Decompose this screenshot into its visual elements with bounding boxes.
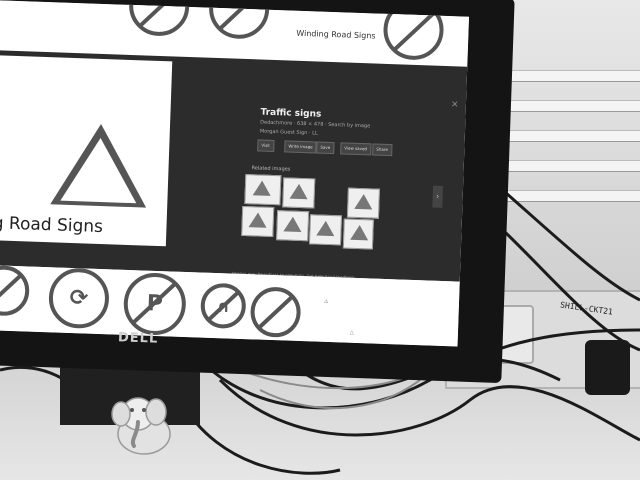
related-thumbnail[interactable]	[308, 214, 342, 246]
prohibition-sign-icon	[128, 0, 191, 37]
no-u-turn-sign-icon: ∩	[199, 282, 247, 330]
photo-scene: SHILL-CKT21 Winding Road Signs ✕ ding Ro…	[0, 0, 640, 480]
related-thumbnail[interactable]	[282, 177, 316, 209]
related-thumbnail[interactable]	[244, 174, 282, 206]
no-parking-sign-icon: P	[122, 271, 187, 337]
roundabout-sign-icon: ⟳	[47, 267, 110, 330]
related-thumbnail[interactable]	[241, 205, 275, 238]
related-thumbnail[interactable]	[276, 210, 310, 242]
preview-caption: ding Road Signs	[0, 212, 104, 238]
winding-road-sign-inner	[60, 136, 139, 204]
save-button[interactable]: Save	[316, 141, 335, 155]
monitor-screen: Winding Road Signs ✕ ding Road Signs Tra…	[0, 0, 470, 347]
view-saved-button[interactable]: View saved	[340, 142, 372, 156]
visit-button[interactable]: Visit	[257, 139, 275, 153]
warning-triangle-icon: △	[349, 329, 354, 336]
monitor-brand-logo: DELL	[117, 330, 159, 347]
turn-left-sign-icon	[382, 0, 445, 61]
crossroad-sign-icon: ⚠	[323, 298, 329, 306]
chevron-right-icon[interactable]: ›	[432, 185, 444, 208]
panel-title[interactable]: Traffic signs	[260, 108, 321, 120]
share-button[interactable]: Share	[372, 143, 393, 157]
no-overtaking-sign-icon	[0, 264, 31, 317]
image-preview[interactable]: ding Road Signs	[0, 54, 173, 247]
prohibition-sign-icon	[208, 0, 271, 40]
no-horn-sign-icon	[249, 286, 302, 339]
top-caption: Winding Road Signs	[296, 28, 376, 41]
close-icon[interactable]: ✕	[451, 100, 459, 110]
monitor-bezel: Winding Road Signs ✕ ding Road Signs Tra…	[0, 0, 515, 384]
cable	[218, 378, 640, 442]
related-thumbnail[interactable]	[346, 187, 380, 219]
related-thumbnail[interactable]	[342, 218, 374, 250]
elephant-figurine	[111, 397, 171, 455]
view-image-button[interactable]: Write image	[284, 140, 317, 154]
